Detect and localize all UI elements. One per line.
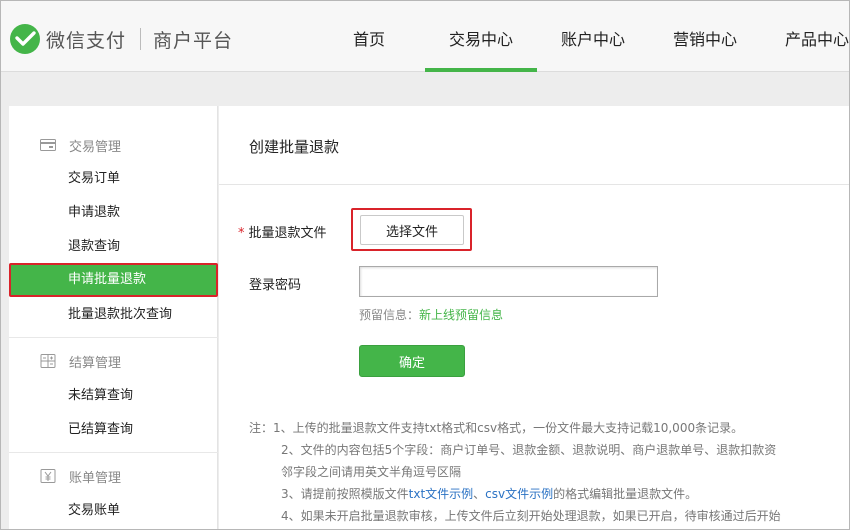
- top-nav: 首页 交易中心 账户中心 营销中心 产品中心: [313, 1, 849, 72]
- reserved-info-link[interactable]: 新上线预留信息: [419, 308, 503, 322]
- note-3-sep: 、: [473, 487, 486, 501]
- title-divider: [219, 184, 849, 185]
- file-label-text: 批量退款文件: [248, 226, 327, 241]
- sidebar-item-batch-refund-query[interactable]: 批量退款批次查询: [9, 298, 218, 332]
- nav-product-center[interactable]: 产品中心: [761, 1, 849, 72]
- nav-marketing-center[interactable]: 营销中心: [649, 1, 761, 72]
- sidebar-divider: [9, 337, 218, 338]
- sidebar-section-settlement: 结算管理: [9, 344, 218, 378]
- note-line-1: 注：1、上传的批量退款文件支持txt格式和csv格式，一份文件最大支持记载10,…: [249, 421, 744, 435]
- sidebar-section-bills: 账单管理: [9, 459, 218, 493]
- csv-sample-link[interactable]: csv文件示例: [485, 487, 553, 501]
- choose-file-button[interactable]: 选择文件: [360, 215, 464, 245]
- sidebar-item-apply-refund[interactable]: 申请退款: [9, 196, 218, 230]
- note-line-3: 3、请提前按照模版文件txt文件示例、csv文件示例的格式编辑批量退款文件。: [281, 483, 697, 505]
- password-input[interactable]: [359, 266, 658, 297]
- sidebar-item-trade-orders[interactable]: 交易订单: [9, 162, 218, 196]
- password-label: 登录密码: [249, 278, 302, 293]
- reserved-info-hint: 预留信息：新上线预留信息: [359, 306, 503, 323]
- note-3-suffix: 的格式编辑批量退款文件。: [553, 487, 698, 501]
- sidebar-item-refund-query[interactable]: 退款查询: [9, 230, 218, 264]
- note-line-2: 2、文件的内容包括5个字段：商户订单号、退款金额、退款说明、商户退款单号、退款扣…: [281, 443, 777, 457]
- sidebar-divider: [9, 452, 218, 453]
- file-field-label: * 批量退款文件: [238, 222, 327, 241]
- page-title: 创建批量退款: [249, 138, 340, 156]
- note-line-2b: 邻字段之间请用英文半角逗号区隔: [281, 465, 462, 479]
- sidebar-item-unsettled-query[interactable]: 未结算查询: [9, 379, 218, 413]
- nav-trade-center[interactable]: 交易中心: [425, 1, 537, 72]
- sidebar-item-batch-refund[interactable]: 申请批量退款: [9, 263, 218, 297]
- nav-account-center[interactable]: 账户中心: [537, 1, 649, 72]
- note-line-4: 4、如果未开启批量退款审核，上传文件后立刻开始处理退款，如果已开启，待审核通过后…: [281, 509, 781, 523]
- brand-subtitle: 商户平台: [153, 29, 234, 52]
- sidebar: 交易管理 交易订单 申请退款 退款查询 申请批量退款 批量退款批次查询 结算管理…: [9, 106, 218, 529]
- hint-prefix: 预留信息：: [359, 308, 420, 322]
- txt-sample-link[interactable]: txt文件示例: [409, 487, 474, 501]
- top-header: 微信支付 商户平台 首页 交易中心 账户中心 营销中心 产品中心: [1, 1, 849, 72]
- brand-logo[interactable]: 微信支付 商户平台: [9, 23, 233, 55]
- card-icon: [40, 139, 56, 151]
- brand-name: 微信支付: [46, 29, 127, 52]
- wechat-pay-logo-icon: [10, 24, 40, 54]
- sidebar-section-title: 账单管理: [69, 470, 122, 486]
- sidebar-item-settled-query[interactable]: 已结算查询: [9, 413, 218, 447]
- logo-divider: [140, 28, 142, 50]
- sidebar-item-trade-bill[interactable]: 交易账单: [9, 494, 218, 528]
- app-window: 微信支付 商户平台 首页 交易中心 账户中心 营销中心 产品中心 交易管理 交易…: [0, 0, 850, 530]
- required-mark: *: [238, 226, 245, 241]
- nav-home[interactable]: 首页: [313, 1, 425, 72]
- main-panel: 创建批量退款 * 批量退款文件 选择文件 登录密码 预留信息：新上线预留信息 确定…: [219, 106, 849, 529]
- calculator-icon: [40, 354, 56, 368]
- yen-icon: [40, 469, 56, 483]
- sidebar-section-trade: 交易管理: [9, 128, 218, 162]
- sidebar-section-title: 交易管理: [69, 139, 122, 155]
- note-3-prefix: 3、请提前按照模版文件: [281, 487, 409, 501]
- file-button-highlight: 选择文件: [351, 208, 472, 251]
- confirm-button[interactable]: 确定: [359, 345, 465, 377]
- sidebar-section-title: 结算管理: [69, 355, 122, 371]
